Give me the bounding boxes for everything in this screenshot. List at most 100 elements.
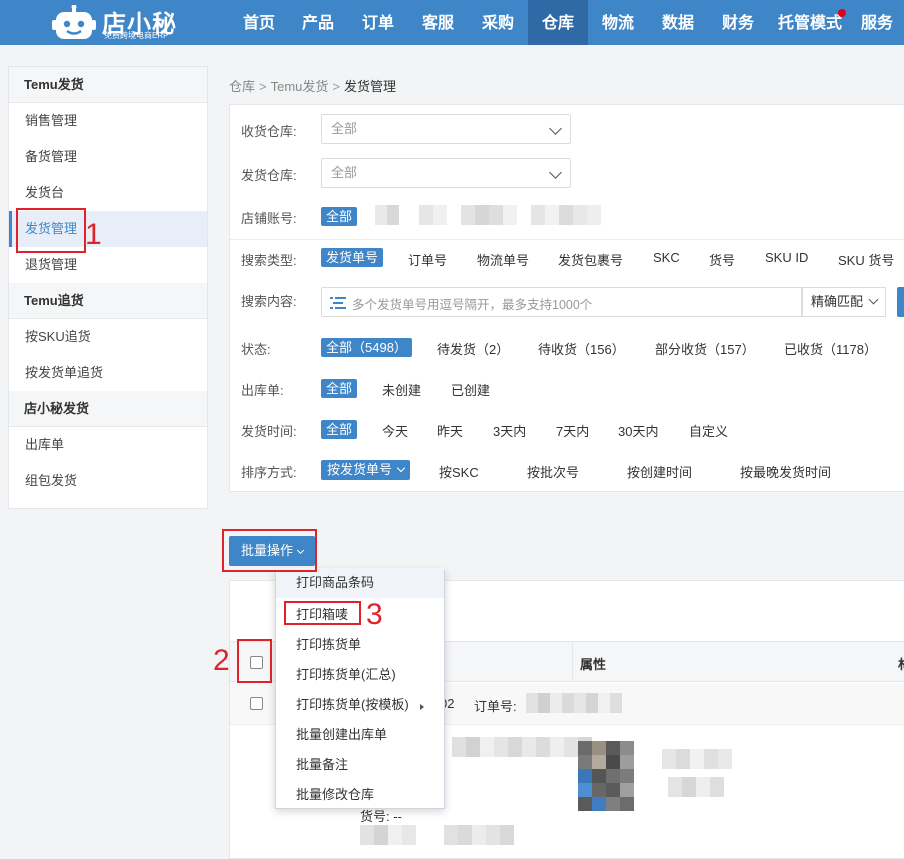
- sidebar-group-title: Temu发货: [9, 67, 207, 103]
- filter-divider: [230, 239, 904, 240]
- menu-item[interactable]: 批量修改仓库: [276, 780, 444, 810]
- ship-time-option[interactable]: 30天内: [618, 421, 658, 440]
- sidebar-item[interactable]: 按发货单追货: [9, 355, 207, 391]
- ship-time-option[interactable]: 自定义: [689, 421, 728, 440]
- sidebar-item[interactable]: 销售管理: [9, 103, 207, 139]
- header-material: 材: [898, 654, 904, 673]
- search-type-option[interactable]: 物流单号: [477, 250, 529, 269]
- breadcrumb-warehouse[interactable]: 仓库: [229, 79, 255, 94]
- ship-time-option[interactable]: 昨天: [437, 421, 463, 440]
- status-all-tag[interactable]: 全部（5498）: [321, 338, 412, 357]
- ship-time-all-tag[interactable]: 全部: [321, 420, 358, 439]
- search-type-option[interactable]: 货号: [709, 250, 735, 269]
- sidebar-item[interactable]: 按SKU追货: [9, 319, 207, 355]
- search-type-option[interactable]: 订单号: [408, 250, 447, 269]
- chevron-down-icon: [549, 166, 562, 179]
- sort-label: 排序方式:: [241, 465, 297, 480]
- ship-time-option[interactable]: 今天: [382, 421, 408, 440]
- search-button[interactable]: [897, 287, 904, 317]
- caret-right-icon: [420, 704, 424, 710]
- nav-item-3[interactable]: 客服: [408, 0, 468, 45]
- search-input[interactable]: 多个发货单号用逗号隔开，最多支持1000个: [321, 287, 803, 317]
- search-placeholder: 多个发货单号用逗号隔开，最多支持1000个: [352, 298, 593, 312]
- match-mode-value: 精确匹配: [811, 294, 864, 309]
- ship-warehouse-select[interactable]: 全部: [321, 158, 571, 188]
- shop-account-redacted: [375, 205, 601, 225]
- ship-time-label: 发货时间:: [241, 424, 297, 439]
- receive-warehouse-label: 收货仓库:: [241, 124, 297, 139]
- annotation-box-3: [284, 601, 361, 625]
- list-filter-icon: [330, 297, 346, 309]
- menu-item[interactable]: 批量备注: [276, 750, 444, 780]
- header-attributes: 属性: [580, 657, 607, 672]
- search-type-option[interactable]: SKC: [653, 250, 680, 265]
- nav-item-0[interactable]: 首页: [230, 0, 288, 45]
- breadcrumb-separator: >: [259, 79, 267, 94]
- search-content-label: 搜索内容:: [241, 294, 297, 309]
- status-option[interactable]: 已收货（1178）: [784, 339, 877, 358]
- status-option[interactable]: 部分收货（157）: [655, 339, 755, 358]
- sidebar-item[interactable]: 发货台: [9, 175, 207, 211]
- menu-item[interactable]: 打印拣货单(按模板): [276, 690, 444, 720]
- outbound-option[interactable]: 已创建: [451, 380, 490, 399]
- annotation-box-1: [16, 208, 86, 253]
- outbound-all-tag[interactable]: 全部: [321, 379, 358, 398]
- status-option[interactable]: 待收货（156）: [538, 339, 625, 358]
- outbound-option[interactable]: 未创建: [382, 380, 421, 399]
- nav-item-8[interactable]: 财务: [708, 0, 768, 45]
- search-type-option[interactable]: SKU 货号: [838, 250, 894, 269]
- row-checkbox[interactable]: [250, 697, 263, 710]
- sort-option[interactable]: 按最晚发货时间: [740, 462, 831, 481]
- nav-item-7[interactable]: 数据: [648, 0, 708, 45]
- status-option[interactable]: 待发货（2）: [437, 339, 509, 358]
- nav-item-10[interactable]: 服务: [852, 0, 902, 45]
- nav-item-5[interactable]: 仓库: [528, 0, 588, 45]
- annotation-box-2: [237, 639, 272, 683]
- ship-time-option[interactable]: 3天内: [493, 421, 526, 440]
- table-header-divider: [572, 642, 573, 682]
- chevron-down-icon: [868, 294, 879, 305]
- menu-item[interactable]: 打印拣货单: [276, 630, 444, 660]
- search-type-selected[interactable]: 发货单号: [321, 248, 384, 267]
- sidebar-item[interactable]: 备货管理: [9, 139, 207, 175]
- annotation-number-3: 3: [366, 598, 383, 631]
- attributes-redacted: [662, 749, 732, 769]
- top-navbar: 店小秘 免费跨境电商ERP 首页 产品 订单 客服 采购 仓库 物流 数据 财务 托管模式 服务: [0, 0, 904, 45]
- sidebar: Temu发货 销售管理 备货管理 发货台 发货管理 退货管理 Temu追货 按SKU追货 按发货…: [8, 66, 208, 509]
- menu-item[interactable]: 批量创建出库单: [276, 720, 444, 750]
- sidebar-item[interactable]: 出库单: [9, 427, 207, 463]
- search-type-option[interactable]: SKU ID: [765, 250, 808, 265]
- sort-option[interactable]: 按SKC: [439, 462, 479, 481]
- menu-item[interactable]: 打印商品条码: [276, 568, 444, 598]
- receive-warehouse-select[interactable]: 全部: [321, 114, 571, 144]
- nav-item-4[interactable]: 采购: [468, 0, 528, 45]
- annotation-number-1: 1: [85, 218, 102, 251]
- nav-item-9[interactable]: 托管模式: [768, 0, 852, 45]
- ship-warehouse-value: 全部: [331, 165, 358, 180]
- shop-account-all-tag[interactable]: 全部: [321, 207, 358, 226]
- ship-warehouse-label: 发货仓库:: [241, 168, 297, 183]
- receive-warehouse-value: 全部: [331, 121, 358, 136]
- notification-dot: [838, 9, 846, 17]
- sort-option[interactable]: 按批次号: [527, 462, 579, 481]
- nav-item-6[interactable]: 物流: [588, 0, 648, 45]
- attributes-redacted: [668, 777, 724, 797]
- breadcrumb-separator: >: [332, 79, 340, 94]
- app-logo[interactable]: 店小秘 免费跨境电商ERP: [52, 3, 212, 43]
- annotation-box-batch: [222, 529, 317, 572]
- chevron-down-icon: [549, 122, 562, 135]
- ship-time-option[interactable]: 7天内: [556, 421, 589, 440]
- chevron-down-icon: [396, 463, 406, 473]
- nav-item-1[interactable]: 产品: [288, 0, 348, 45]
- match-mode-select[interactable]: 精确匹配: [801, 287, 886, 317]
- search-type-option[interactable]: 发货包裹号: [558, 250, 623, 269]
- sort-option[interactable]: 按创建时间: [627, 462, 692, 481]
- sidebar-item[interactable]: 组包发货: [9, 463, 207, 499]
- shop-account-label: 店铺账号:: [241, 211, 297, 226]
- sku-redacted: [360, 825, 514, 845]
- sort-selected[interactable]: 按发货单号: [321, 460, 411, 480]
- nav-item-2[interactable]: 订单: [348, 0, 408, 45]
- breadcrumb-temu-shipping[interactable]: Temu发货: [271, 79, 329, 94]
- sort-selected-label: 按发货单号: [327, 462, 393, 477]
- menu-item[interactable]: 打印拣货单(汇总): [276, 660, 444, 690]
